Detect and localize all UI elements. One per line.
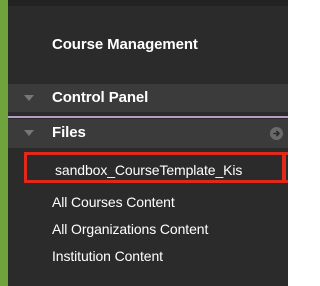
files-item-sandbox-course[interactable]: sandbox_CourseTemplate_Kis [55, 162, 242, 178]
highlight-annotation-edge [282, 152, 286, 183]
course-management-heading: Course Management [52, 36, 198, 53]
section-divider [8, 116, 288, 118]
files-item-all-organizations[interactable]: All Organizations Content [52, 221, 208, 237]
collapse-triangle-icon[interactable] [24, 95, 34, 101]
left-accent-border [0, 0, 8, 286]
screenshot-frame: Course Management Control Panel Files sa… [0, 0, 288, 286]
files-item-institution[interactable]: Institution Content [52, 248, 163, 264]
panel-top-edge [8, 0, 288, 6]
control-panel-header[interactable]: Control Panel [8, 84, 288, 112]
control-panel-label: Control Panel [52, 89, 149, 106]
collapse-triangle-icon[interactable] [24, 130, 34, 136]
arrow-circle-icon[interactable] [270, 127, 283, 140]
files-header[interactable]: Files [8, 119, 288, 148]
course-management-panel: Course Management Control Panel Files sa… [8, 0, 288, 286]
files-item-all-courses[interactable]: All Courses Content [52, 194, 175, 210]
files-label: Files [52, 124, 86, 141]
